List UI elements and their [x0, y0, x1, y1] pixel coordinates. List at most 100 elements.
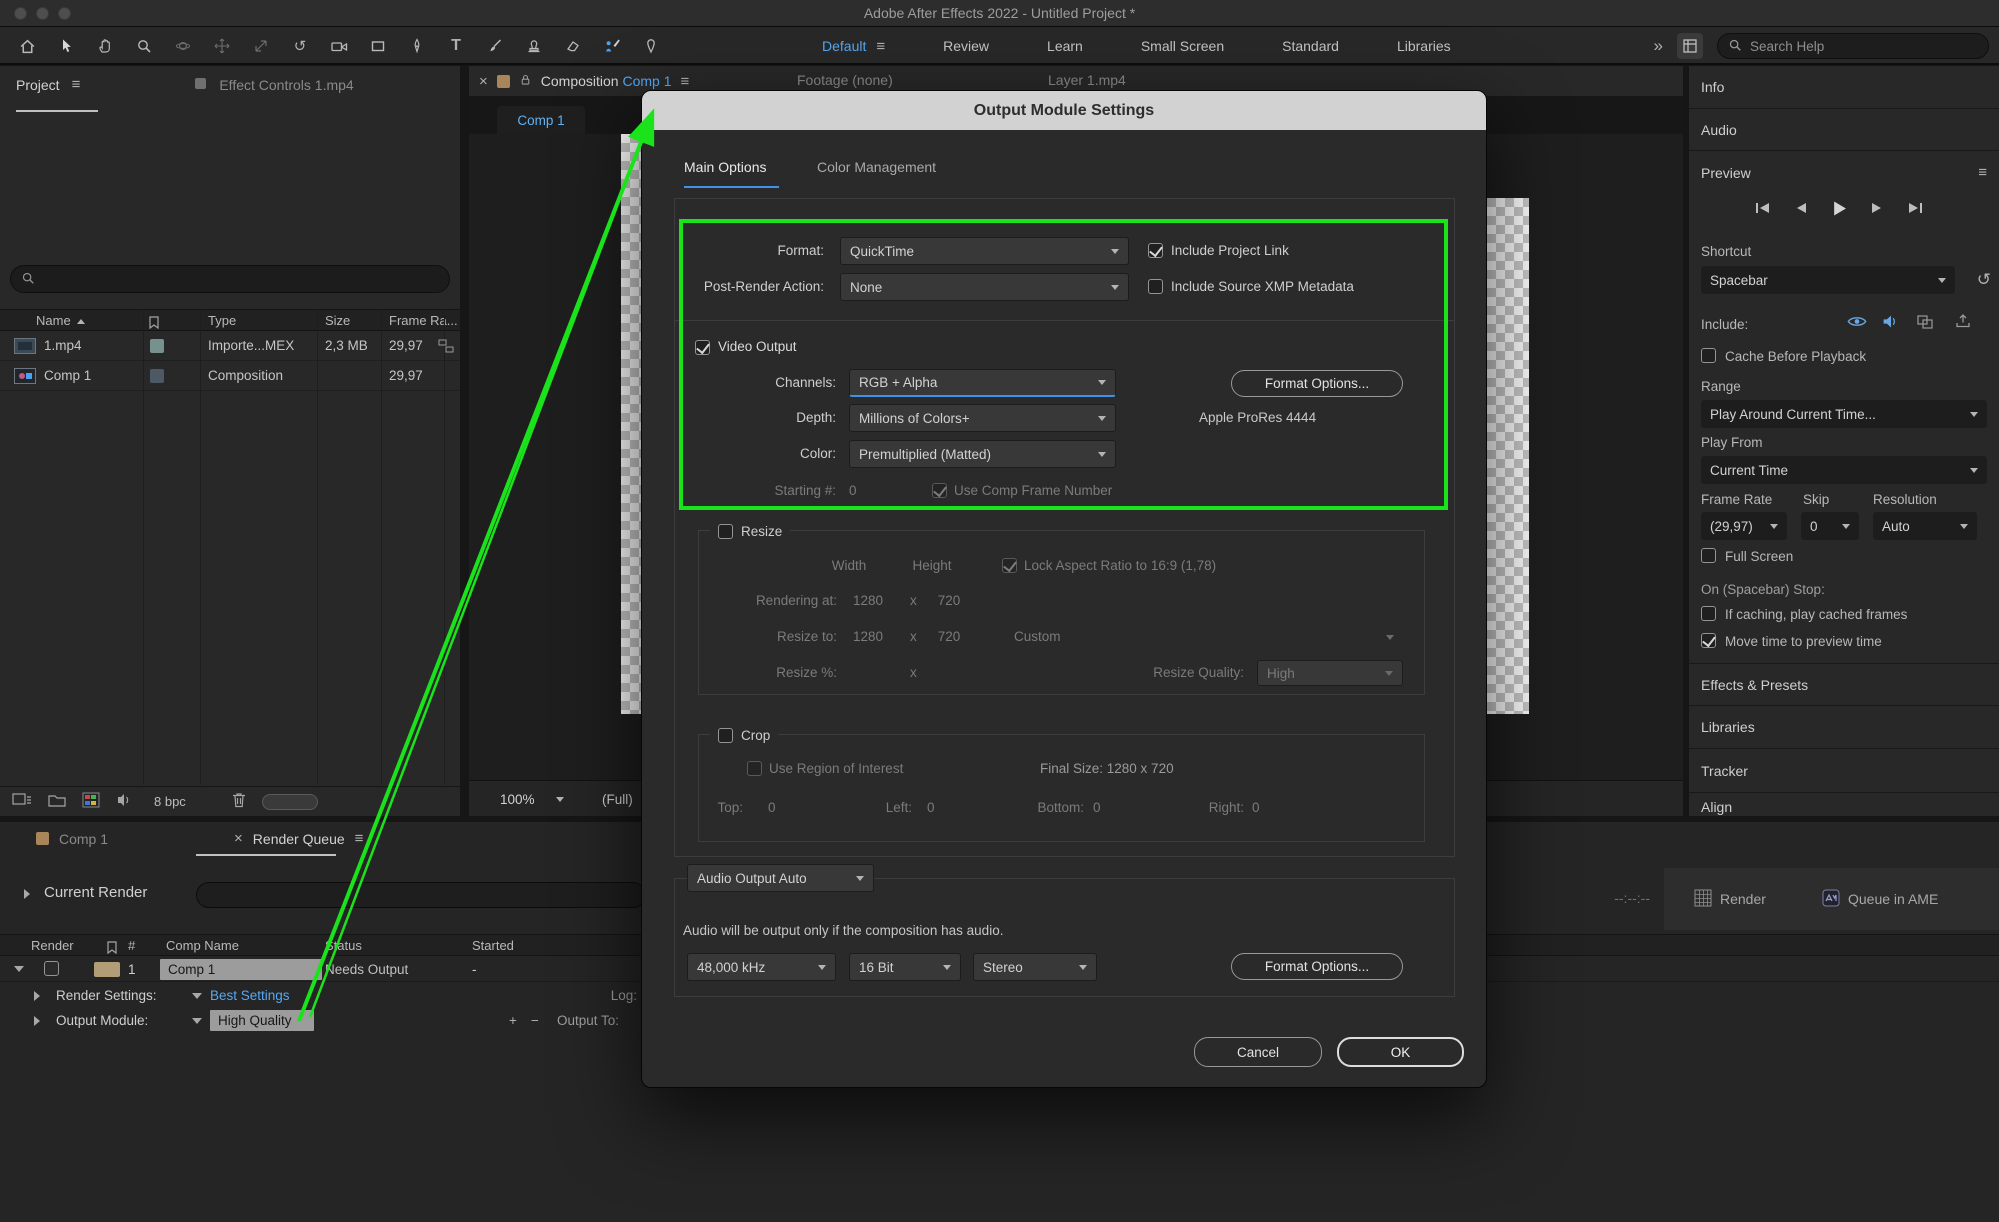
column-render[interactable]: Render	[31, 935, 74, 957]
column-frame-rate[interactable]: Frame Ra...	[389, 310, 458, 332]
type-tool[interactable]: T	[443, 33, 469, 59]
audio-output-dropdown[interactable]: Audio Output Auto	[687, 864, 874, 892]
go-to-end-button[interactable]	[1903, 198, 1927, 218]
project-row-comp[interactable]: Comp 1 Composition 29,97	[0, 361, 460, 391]
tracker-panel-header[interactable]: Tracker	[1689, 748, 1999, 792]
current-render-expander[interactable]	[24, 889, 30, 899]
render-button[interactable]: Render	[1694, 868, 1766, 930]
use-roi-checkbox[interactable]	[747, 761, 762, 776]
tab-render-queue[interactable]: Render Queue	[253, 831, 345, 847]
channels-dropdown[interactable]: RGB + Alpha	[849, 369, 1116, 397]
cache-before-playback-checkbox[interactable]	[1701, 348, 1716, 363]
remove-output-module-button[interactable]: −	[531, 1008, 539, 1034]
column-name[interactable]: Name	[36, 310, 85, 332]
bit-depth-indicator[interactable]: 8 bpc	[154, 794, 186, 809]
comp-tab[interactable]: Comp 1	[497, 106, 585, 134]
shortcut-dropdown[interactable]: Spacebar	[1701, 266, 1955, 294]
previous-frame-button[interactable]	[1789, 198, 1813, 218]
roto-brush-tool[interactable]	[599, 33, 625, 59]
tab-color-management[interactable]: Color Management	[817, 153, 936, 181]
pan-camera-tool[interactable]	[209, 33, 235, 59]
preview-resolution-dropdown[interactable]: Auto	[1873, 512, 1977, 540]
rectangle-tool[interactable]	[365, 33, 391, 59]
render-item-label-chip[interactable]	[94, 962, 120, 977]
queue-in-ame-button[interactable]: Queue in AME	[1822, 868, 1938, 930]
workspace-menu-icon[interactable]: ≡	[876, 38, 885, 55]
workspace-tab-default[interactable]: Default≡	[822, 38, 885, 55]
pen-tool[interactable]	[404, 33, 430, 59]
skip-dropdown[interactable]: 0	[1801, 512, 1859, 540]
next-frame-button[interactable]	[1865, 198, 1889, 218]
resize-width-value[interactable]: 1280	[842, 623, 894, 651]
full-screen-checkbox[interactable]	[1701, 548, 1716, 563]
output-module-expander[interactable]	[34, 1016, 40, 1026]
go-to-start-button[interactable]	[1751, 198, 1775, 218]
crop-checkbox[interactable]	[718, 728, 733, 743]
video-format-options-button[interactable]: Format Options...	[1231, 370, 1403, 397]
project-settings-icon[interactable]	[116, 792, 132, 811]
output-module-value[interactable]: High Quality	[210, 1010, 314, 1031]
zoom-tool[interactable]	[131, 33, 157, 59]
range-dropdown[interactable]: Play Around Current Time...	[1701, 400, 1987, 428]
output-module-template-dropdown-icon[interactable]	[192, 1018, 202, 1024]
help-search-input[interactable]	[1750, 39, 1970, 54]
workspace-tab-learn[interactable]: Learn	[1047, 38, 1083, 54]
workspace-tab-standard[interactable]: Standard	[1282, 38, 1339, 54]
thumbnail-size-slider[interactable]	[262, 794, 318, 810]
eraser-tool[interactable]	[560, 33, 586, 59]
camera-tool[interactable]	[326, 33, 352, 59]
close-tab-icon[interactable]: ×	[234, 830, 243, 847]
crop-bottom-value[interactable]: 0	[1093, 794, 1101, 822]
viewer-menu-icon[interactable]: ≡	[681, 73, 690, 90]
dialog-title[interactable]: Output Module Settings	[642, 91, 1486, 130]
project-row-footage[interactable]: 1.mp4 Importe...MEX 2,3 MB 29,97	[0, 331, 460, 361]
audio-panel-header[interactable]: Audio	[1689, 108, 1999, 150]
video-output-checkbox[interactable]	[695, 340, 710, 355]
orbit-camera-tool[interactable]	[170, 33, 196, 59]
home-icon[interactable]	[14, 33, 40, 59]
include-video-eye-icon[interactable]	[1847, 315, 1867, 331]
include-audio-speaker-icon[interactable]	[1882, 314, 1899, 332]
label-color-chip[interactable]	[150, 369, 164, 383]
cancel-button[interactable]: Cancel	[1194, 1037, 1322, 1067]
frame-rate-dropdown[interactable]: (29,97)	[1701, 512, 1787, 540]
if-caching-checkbox[interactable]	[1701, 606, 1716, 621]
add-output-module-button[interactable]: +	[509, 1008, 517, 1034]
column-status[interactable]: Status	[325, 935, 362, 957]
workspace-tab-small-screen[interactable]: Small Screen	[1141, 38, 1224, 54]
audio-format-options-button[interactable]: Format Options...	[1231, 953, 1403, 980]
align-panel-header[interactable]: Align	[1689, 792, 1999, 816]
tab-footage[interactable]: Footage (none)	[797, 72, 893, 88]
reset-icon[interactable]: ↺	[1977, 270, 1991, 290]
workspace-tab-libraries[interactable]: Libraries	[1397, 38, 1451, 54]
audio-bit-depth-dropdown[interactable]: 16 Bit	[849, 953, 961, 981]
use-comp-frame-checkbox[interactable]	[932, 483, 947, 498]
crop-left-value[interactable]: 0	[927, 794, 935, 822]
audio-rate-dropdown[interactable]: 48,000 kHz	[687, 953, 836, 981]
lock-aspect-checkbox[interactable]	[1002, 558, 1017, 573]
libraries-panel-header[interactable]: Libraries	[1689, 705, 1999, 748]
ok-button[interactable]: OK	[1337, 1037, 1464, 1067]
crop-top-value[interactable]: 0	[768, 794, 776, 822]
include-project-link-checkbox[interactable]	[1148, 243, 1163, 258]
preview-panel-header[interactable]: Preview≡	[1689, 150, 1999, 194]
render-settings-value[interactable]: Best Settings	[210, 984, 290, 1008]
render-preview-icon[interactable]	[1955, 313, 1971, 332]
tab-comp-timeline[interactable]: Comp 1	[59, 831, 108, 847]
render-settings-template-dropdown-icon[interactable]	[192, 993, 202, 999]
new-folder-icon[interactable]	[48, 793, 66, 810]
new-composition-icon[interactable]	[82, 792, 100, 811]
resize-preset-dropdown-icon[interactable]	[1386, 635, 1394, 640]
label-color-chip[interactable]	[150, 339, 164, 353]
column-comp-name[interactable]: Comp Name	[166, 935, 239, 957]
column-type[interactable]: Type	[208, 310, 236, 332]
post-render-dropdown[interactable]: None	[840, 273, 1129, 301]
color-dropdown[interactable]: Premultiplied (Matted)	[849, 440, 1116, 468]
effects-presets-panel-header[interactable]: Effects & Presets	[1689, 663, 1999, 705]
include-overlays-icon[interactable]	[1917, 315, 1933, 332]
lock-icon[interactable]	[519, 73, 532, 90]
workspace-grid-icon[interactable]	[1677, 33, 1703, 59]
depth-dropdown[interactable]: Millions of Colors+	[849, 404, 1116, 432]
selection-tool[interactable]	[53, 33, 79, 59]
render-item-expander[interactable]	[14, 966, 24, 972]
